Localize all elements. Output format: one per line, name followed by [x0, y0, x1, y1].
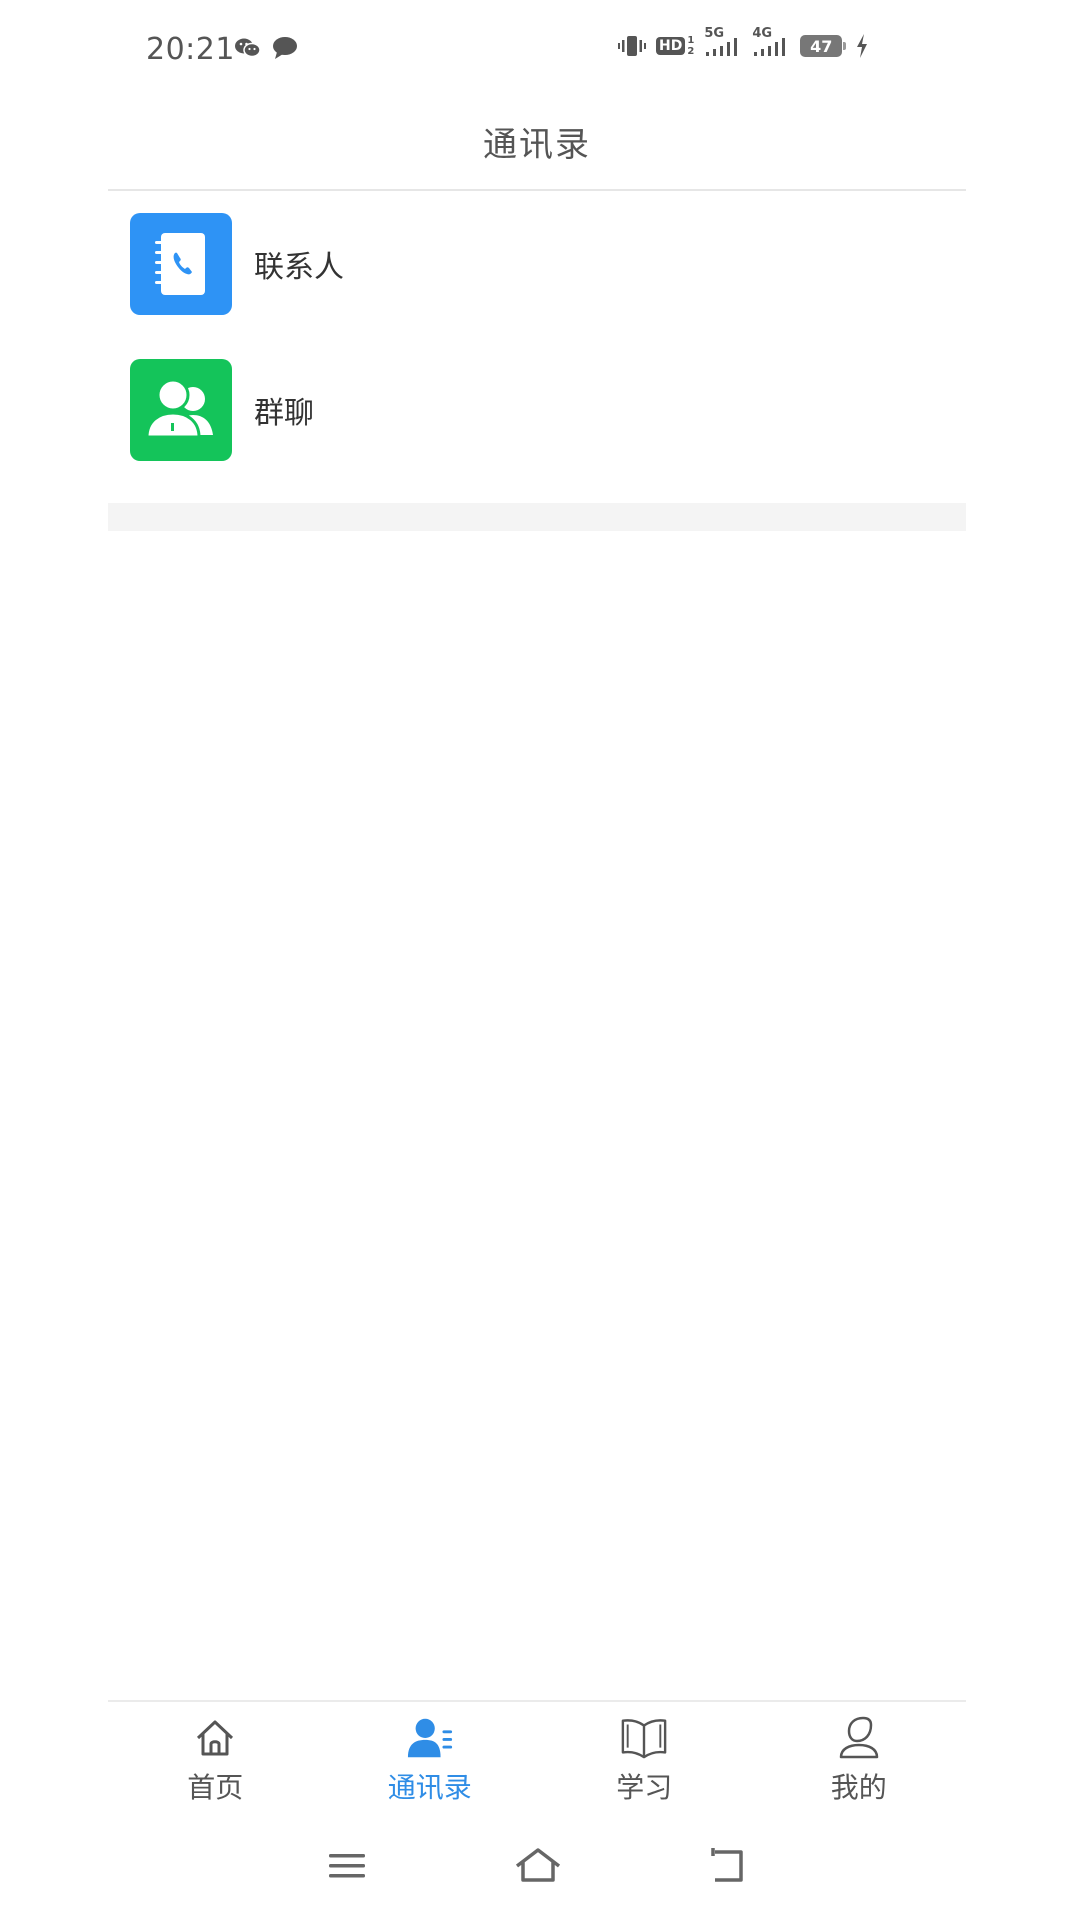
net-4g-label: 4G: [752, 26, 773, 41]
status-right-icons: HD 1 2 5G 4G 47: [618, 26, 868, 58]
hd-label: HD: [656, 37, 686, 55]
tab-label: 首页: [187, 1771, 244, 1804]
bottom-nav: 首页 通讯录 学习 我的: [108, 1700, 966, 1820]
group-chat-icon: [130, 359, 232, 461]
sim-1-label: 1: [687, 35, 695, 46]
tab-label: 学习: [616, 1771, 673, 1804]
tab-study[interactable]: 学习: [537, 1702, 752, 1820]
battery-level: 47: [810, 36, 833, 56]
page-header: 通讯录: [108, 100, 966, 191]
status-bar: 20:21 HD 1 2 5G 4G 47: [0, 0, 1074, 100]
system-nav: [0, 1836, 1074, 1896]
list-item-label: 联系人: [254, 250, 344, 285]
hd-icon: HD 1 2: [656, 35, 694, 57]
sim-2-label: 2: [687, 46, 695, 57]
contacts-book-icon: [130, 213, 232, 315]
section-divider: [108, 503, 966, 531]
wechat-icon: [234, 36, 262, 60]
book-icon: [620, 1714, 668, 1762]
status-left-icons: [234, 36, 298, 60]
tab-home[interactable]: 首页: [108, 1702, 323, 1820]
contacts-icon: [406, 1714, 454, 1762]
page-title: 通讯录: [483, 125, 591, 165]
net-5g-label: 5G: [704, 26, 725, 41]
tab-profile[interactable]: 我的: [752, 1702, 967, 1820]
home-outline-icon[interactable]: [508, 1836, 568, 1896]
contact-list: 联系人 群聊: [108, 191, 966, 483]
charging-icon: [856, 34, 868, 58]
signal-4g-icon: 4G: [752, 26, 790, 58]
status-time: 20:21: [146, 32, 235, 67]
tab-label: 通讯录: [387, 1771, 472, 1804]
list-item-contacts[interactable]: 联系人: [108, 191, 966, 337]
message-bubble-icon: [272, 36, 298, 60]
profile-icon: [835, 1714, 883, 1762]
home-icon: [191, 1714, 239, 1762]
signal-5g-icon: 5G: [704, 26, 742, 58]
list-item-group-chat[interactable]: 群聊: [108, 337, 966, 483]
vibrate-icon: [618, 34, 646, 58]
tab-contacts[interactable]: 通讯录: [323, 1702, 538, 1820]
tab-label: 我的: [830, 1771, 887, 1804]
battery-icon: 47: [800, 35, 847, 57]
menu-icon[interactable]: [317, 1836, 377, 1896]
list-item-label: 群聊: [254, 396, 314, 431]
back-icon[interactable]: [699, 1836, 759, 1896]
